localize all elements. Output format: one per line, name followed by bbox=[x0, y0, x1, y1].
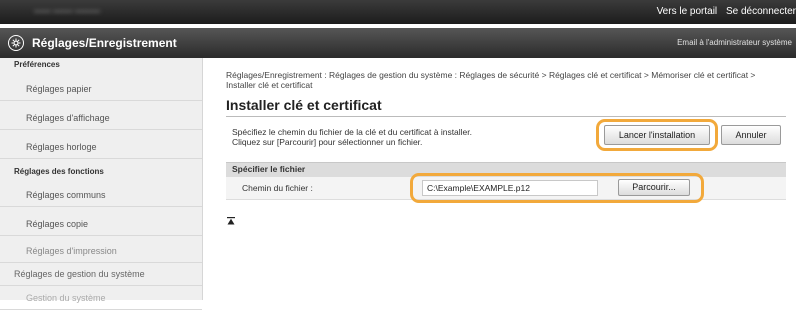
page-title: Installer clé et certificat bbox=[226, 97, 382, 113]
breadcrumb: Réglages/Enregistrement : Réglages de ge… bbox=[226, 70, 756, 90]
title-divider bbox=[226, 116, 786, 117]
portal-link[interactable]: Vers le portail bbox=[657, 6, 718, 17]
top-bar: •••••• ••••••• ••••••••• Vers le portail… bbox=[0, 0, 796, 24]
page-header: Réglages/Enregistrement Email à l'admini… bbox=[0, 28, 796, 58]
file-path-row: Chemin du fichier : C:\Example\EXAMPLE.p… bbox=[226, 177, 786, 200]
start-installation-button[interactable]: Lancer l'installation bbox=[604, 125, 710, 145]
sidebar-item-copy[interactable]: Réglages copie bbox=[0, 212, 202, 236]
section-title: Spécifier le fichier bbox=[232, 164, 306, 174]
browse-button[interactable]: Parcourir... bbox=[618, 179, 690, 196]
file-path-label: Chemin du fichier : bbox=[242, 183, 313, 193]
sidebar-item-display[interactable]: Réglages d'affichage bbox=[0, 106, 202, 130]
sidebar-item-paper[interactable]: Réglages papier bbox=[0, 77, 202, 101]
logout-link[interactable]: Se déconnecter bbox=[726, 6, 796, 17]
back-to-top-icon[interactable] bbox=[227, 217, 235, 225]
device-name: •••••• ••••••• ••••••••• bbox=[34, 7, 101, 16]
sidebar-item-clock[interactable]: Réglages horloge bbox=[0, 135, 202, 159]
sidebar-item-print[interactable]: Réglages d'impression bbox=[0, 239, 202, 263]
file-path-field[interactable]: C:\Example\EXAMPLE.p12 bbox=[422, 180, 598, 196]
settings-icon bbox=[8, 35, 24, 51]
sidebar-item-system-admin[interactable]: Gestion du système bbox=[0, 286, 202, 310]
cancel-button[interactable]: Annuler bbox=[721, 125, 781, 145]
sidebar-heading-functions: Réglages des fonctions bbox=[14, 167, 104, 176]
instructions: Spécifiez le chemin du fichier de la clé… bbox=[232, 127, 582, 147]
instruction-line-2: Cliquez sur [Parcourir] pour sélectionne… bbox=[232, 137, 423, 147]
instruction-line-1: Spécifiez le chemin du fichier de la clé… bbox=[232, 127, 473, 137]
section-header: Spécifier le fichier bbox=[226, 162, 786, 178]
email-admin-link[interactable]: Email à l'administrateur système bbox=[677, 38, 792, 47]
sidebar-item-system-management[interactable]: Réglages de gestion du système bbox=[0, 262, 202, 286]
sidebar: Préférences Réglages papier Réglages d'a… bbox=[0, 58, 203, 310]
top-links: Vers le portail Se déconnecter bbox=[651, 6, 796, 17]
sidebar-heading-preferences: Préférences bbox=[14, 60, 60, 69]
sidebar-item-common[interactable]: Réglages communs bbox=[0, 183, 202, 207]
header-title: Réglages/Enregistrement bbox=[32, 36, 177, 50]
